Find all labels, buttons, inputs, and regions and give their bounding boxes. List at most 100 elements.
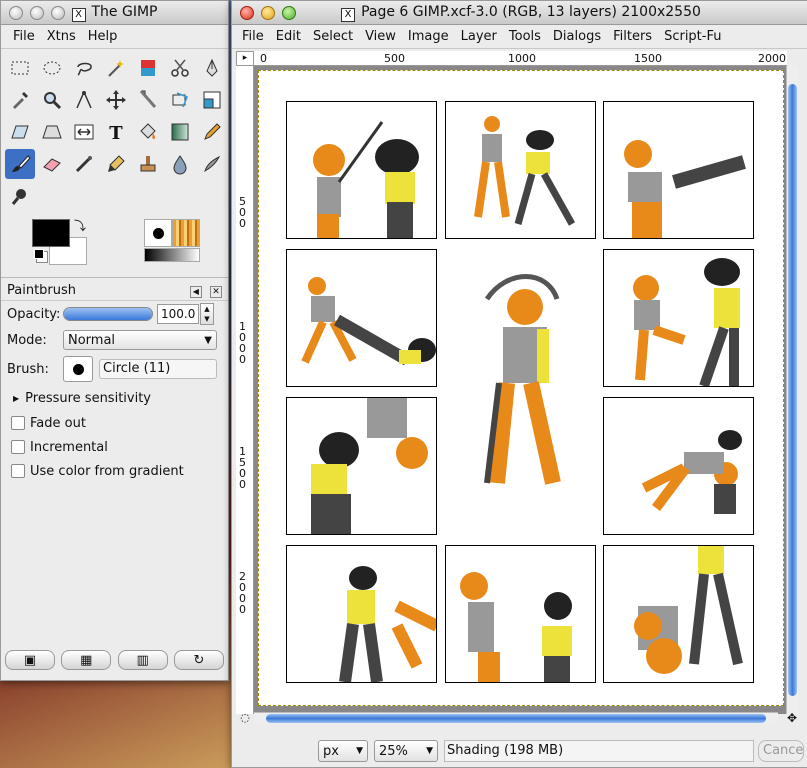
restore-options-button[interactable]: ▦ xyxy=(61,650,112,670)
zoom-to-fit-icon[interactable]: ◌ xyxy=(236,712,254,726)
pressure-expander[interactable]: ▶ Pressure sensitivity xyxy=(1,385,228,411)
zoom-window-button[interactable] xyxy=(51,5,65,20)
menu-xtns[interactable]: Xtns xyxy=(41,29,82,44)
foreground-color-swatch[interactable] xyxy=(32,219,70,247)
fuzzy-select-icon[interactable] xyxy=(101,53,131,83)
image-titlebar[interactable]: X Page 6 GIMP.xcf-3.0 (RGB, 13 layers) 21… xyxy=(232,1,807,25)
reset-icon: ↻ xyxy=(193,652,205,668)
menu-tools[interactable]: Tools xyxy=(503,29,547,44)
menu-dialogs[interactable]: Dialogs xyxy=(547,29,607,44)
brush-preview[interactable] xyxy=(144,219,172,247)
dodge-burn-icon[interactable] xyxy=(5,181,35,211)
close-dock-icon[interactable]: ✕ xyxy=(210,285,222,298)
comic-panel xyxy=(603,545,754,683)
measure-icon[interactable] xyxy=(69,85,99,115)
opacity-value[interactable]: 100.0 xyxy=(157,304,199,324)
expander-arrow-icon: ▶ xyxy=(13,393,20,403)
horizontal-scrollbar[interactable] xyxy=(254,712,778,724)
horizontal-ruler[interactable]: 0 500 1000 1500 2000 xyxy=(254,51,787,66)
unit-select[interactable]: px ▼ xyxy=(318,740,368,762)
minimize-window-button[interactable] xyxy=(30,5,44,20)
rotate-icon[interactable] xyxy=(165,85,195,115)
scissors-icon[interactable] xyxy=(165,53,195,83)
flip-icon[interactable] xyxy=(69,117,99,147)
pencil-icon[interactable] xyxy=(197,117,227,147)
scale-icon[interactable] xyxy=(197,85,227,115)
cancel-button[interactable]: Cancel xyxy=(758,740,804,762)
toolbox-titlebar[interactable]: X The GIMP xyxy=(1,1,228,25)
eraser-icon[interactable] xyxy=(37,149,67,179)
rect-select-icon[interactable] xyxy=(5,53,35,83)
text-icon[interactable]: T xyxy=(101,117,131,147)
menu-view[interactable]: View xyxy=(359,29,402,44)
vertical-ruler[interactable]: 500 1000 1500 2000 xyxy=(236,66,254,714)
minimize-window-button[interactable] xyxy=(261,5,275,20)
vertical-scrollbar[interactable] xyxy=(786,66,798,714)
blend-icon[interactable] xyxy=(165,117,195,147)
vertical-scroll-thumb[interactable] xyxy=(788,84,797,696)
airbrush-icon[interactable] xyxy=(69,149,99,179)
status-bar: px ▼ 25% ▼ Shading (198 MB) Cancel xyxy=(236,734,807,768)
restore-icon: ▦ xyxy=(80,652,93,668)
bucket-fill-icon[interactable] xyxy=(133,117,163,147)
save-icon: ▣ xyxy=(23,652,37,668)
paths-icon[interactable] xyxy=(197,53,227,83)
color-select-icon[interactable] xyxy=(133,53,163,83)
menu-layer[interactable]: Layer xyxy=(455,29,503,44)
ink-icon[interactable] xyxy=(101,149,131,179)
menu-select[interactable]: Select xyxy=(307,29,359,44)
status-message: Shading (198 MB) xyxy=(444,740,754,762)
horizontal-scroll-thumb[interactable] xyxy=(266,714,766,723)
mode-select[interactable]: Normal ▼ xyxy=(63,330,217,350)
zoom-select[interactable]: 25% ▼ xyxy=(374,740,438,762)
swap-colors-icon[interactable]: ⤵ xyxy=(74,217,86,234)
save-options-button[interactable]: ▣ xyxy=(5,650,55,670)
ruler-h-label: 1000 xyxy=(508,52,536,65)
reset-options-button[interactable]: ↻ xyxy=(173,650,224,670)
close-window-button[interactable] xyxy=(240,5,254,20)
opacity-slider[interactable] xyxy=(63,307,153,321)
menu-image[interactable]: Image xyxy=(402,29,455,44)
smudge-icon[interactable] xyxy=(197,149,227,179)
menu-edit[interactable]: Edit xyxy=(270,29,307,44)
clone-icon[interactable] xyxy=(133,149,163,179)
image-canvas[interactable] xyxy=(258,70,784,706)
opacity-row: Opacity: 100.0 ▲ ▼ xyxy=(1,301,228,327)
shear-icon[interactable] xyxy=(5,117,35,147)
magnify-icon[interactable] xyxy=(37,85,67,115)
crop-icon[interactable] xyxy=(133,85,163,115)
mode-label: Mode: xyxy=(7,332,47,348)
menu-script-fu[interactable]: Script-Fu xyxy=(658,29,727,44)
menu-file[interactable]: File xyxy=(236,29,270,44)
move-icon[interactable] xyxy=(101,85,131,115)
gradient-color-checkbox[interactable]: Use color from gradient xyxy=(1,459,228,483)
menu-help[interactable]: Help xyxy=(82,29,124,44)
lasso-icon[interactable] xyxy=(69,53,99,83)
opacity-spin-button[interactable]: ▲ ▼ xyxy=(200,303,214,325)
incremental-checkbox[interactable]: Incremental xyxy=(1,435,228,459)
tab-menu-icon[interactable]: ◀ xyxy=(189,285,202,298)
close-window-button[interactable] xyxy=(9,5,23,20)
zoom-window-button[interactable] xyxy=(282,5,296,20)
ruler-h-label: 2000 xyxy=(758,52,786,65)
comic-panel xyxy=(445,101,596,239)
pattern-preview[interactable] xyxy=(172,219,200,247)
navigate-icon[interactable]: ✥ xyxy=(785,712,799,726)
quick-mask-corner-icon[interactable]: ▸ xyxy=(236,51,254,66)
paintbrush-icon[interactable] xyxy=(5,149,35,179)
ruler-v-label: 1500 xyxy=(239,445,246,491)
perspective-icon[interactable] xyxy=(37,117,67,147)
menu-file[interactable]: File xyxy=(7,29,41,44)
gradient-preview[interactable] xyxy=(144,248,200,262)
color-picker-icon[interactable] xyxy=(5,85,35,115)
default-colors-icon[interactable] xyxy=(34,249,44,259)
dropdown-arrow-icon: ▼ xyxy=(204,334,212,346)
fade-out-checkbox[interactable]: Fade out xyxy=(1,411,228,435)
convolve-icon[interactable] xyxy=(165,149,195,179)
delete-options-button[interactable]: ▥ xyxy=(117,650,168,670)
tool-options-header: Paintbrush ◀ ✕ xyxy=(1,280,228,300)
toolbox-menubar: File Xtns Help xyxy=(1,25,228,49)
ellipse-select-icon[interactable] xyxy=(37,53,67,83)
brush-button[interactable] xyxy=(63,356,93,382)
menu-filters[interactable]: Filters xyxy=(607,29,658,44)
